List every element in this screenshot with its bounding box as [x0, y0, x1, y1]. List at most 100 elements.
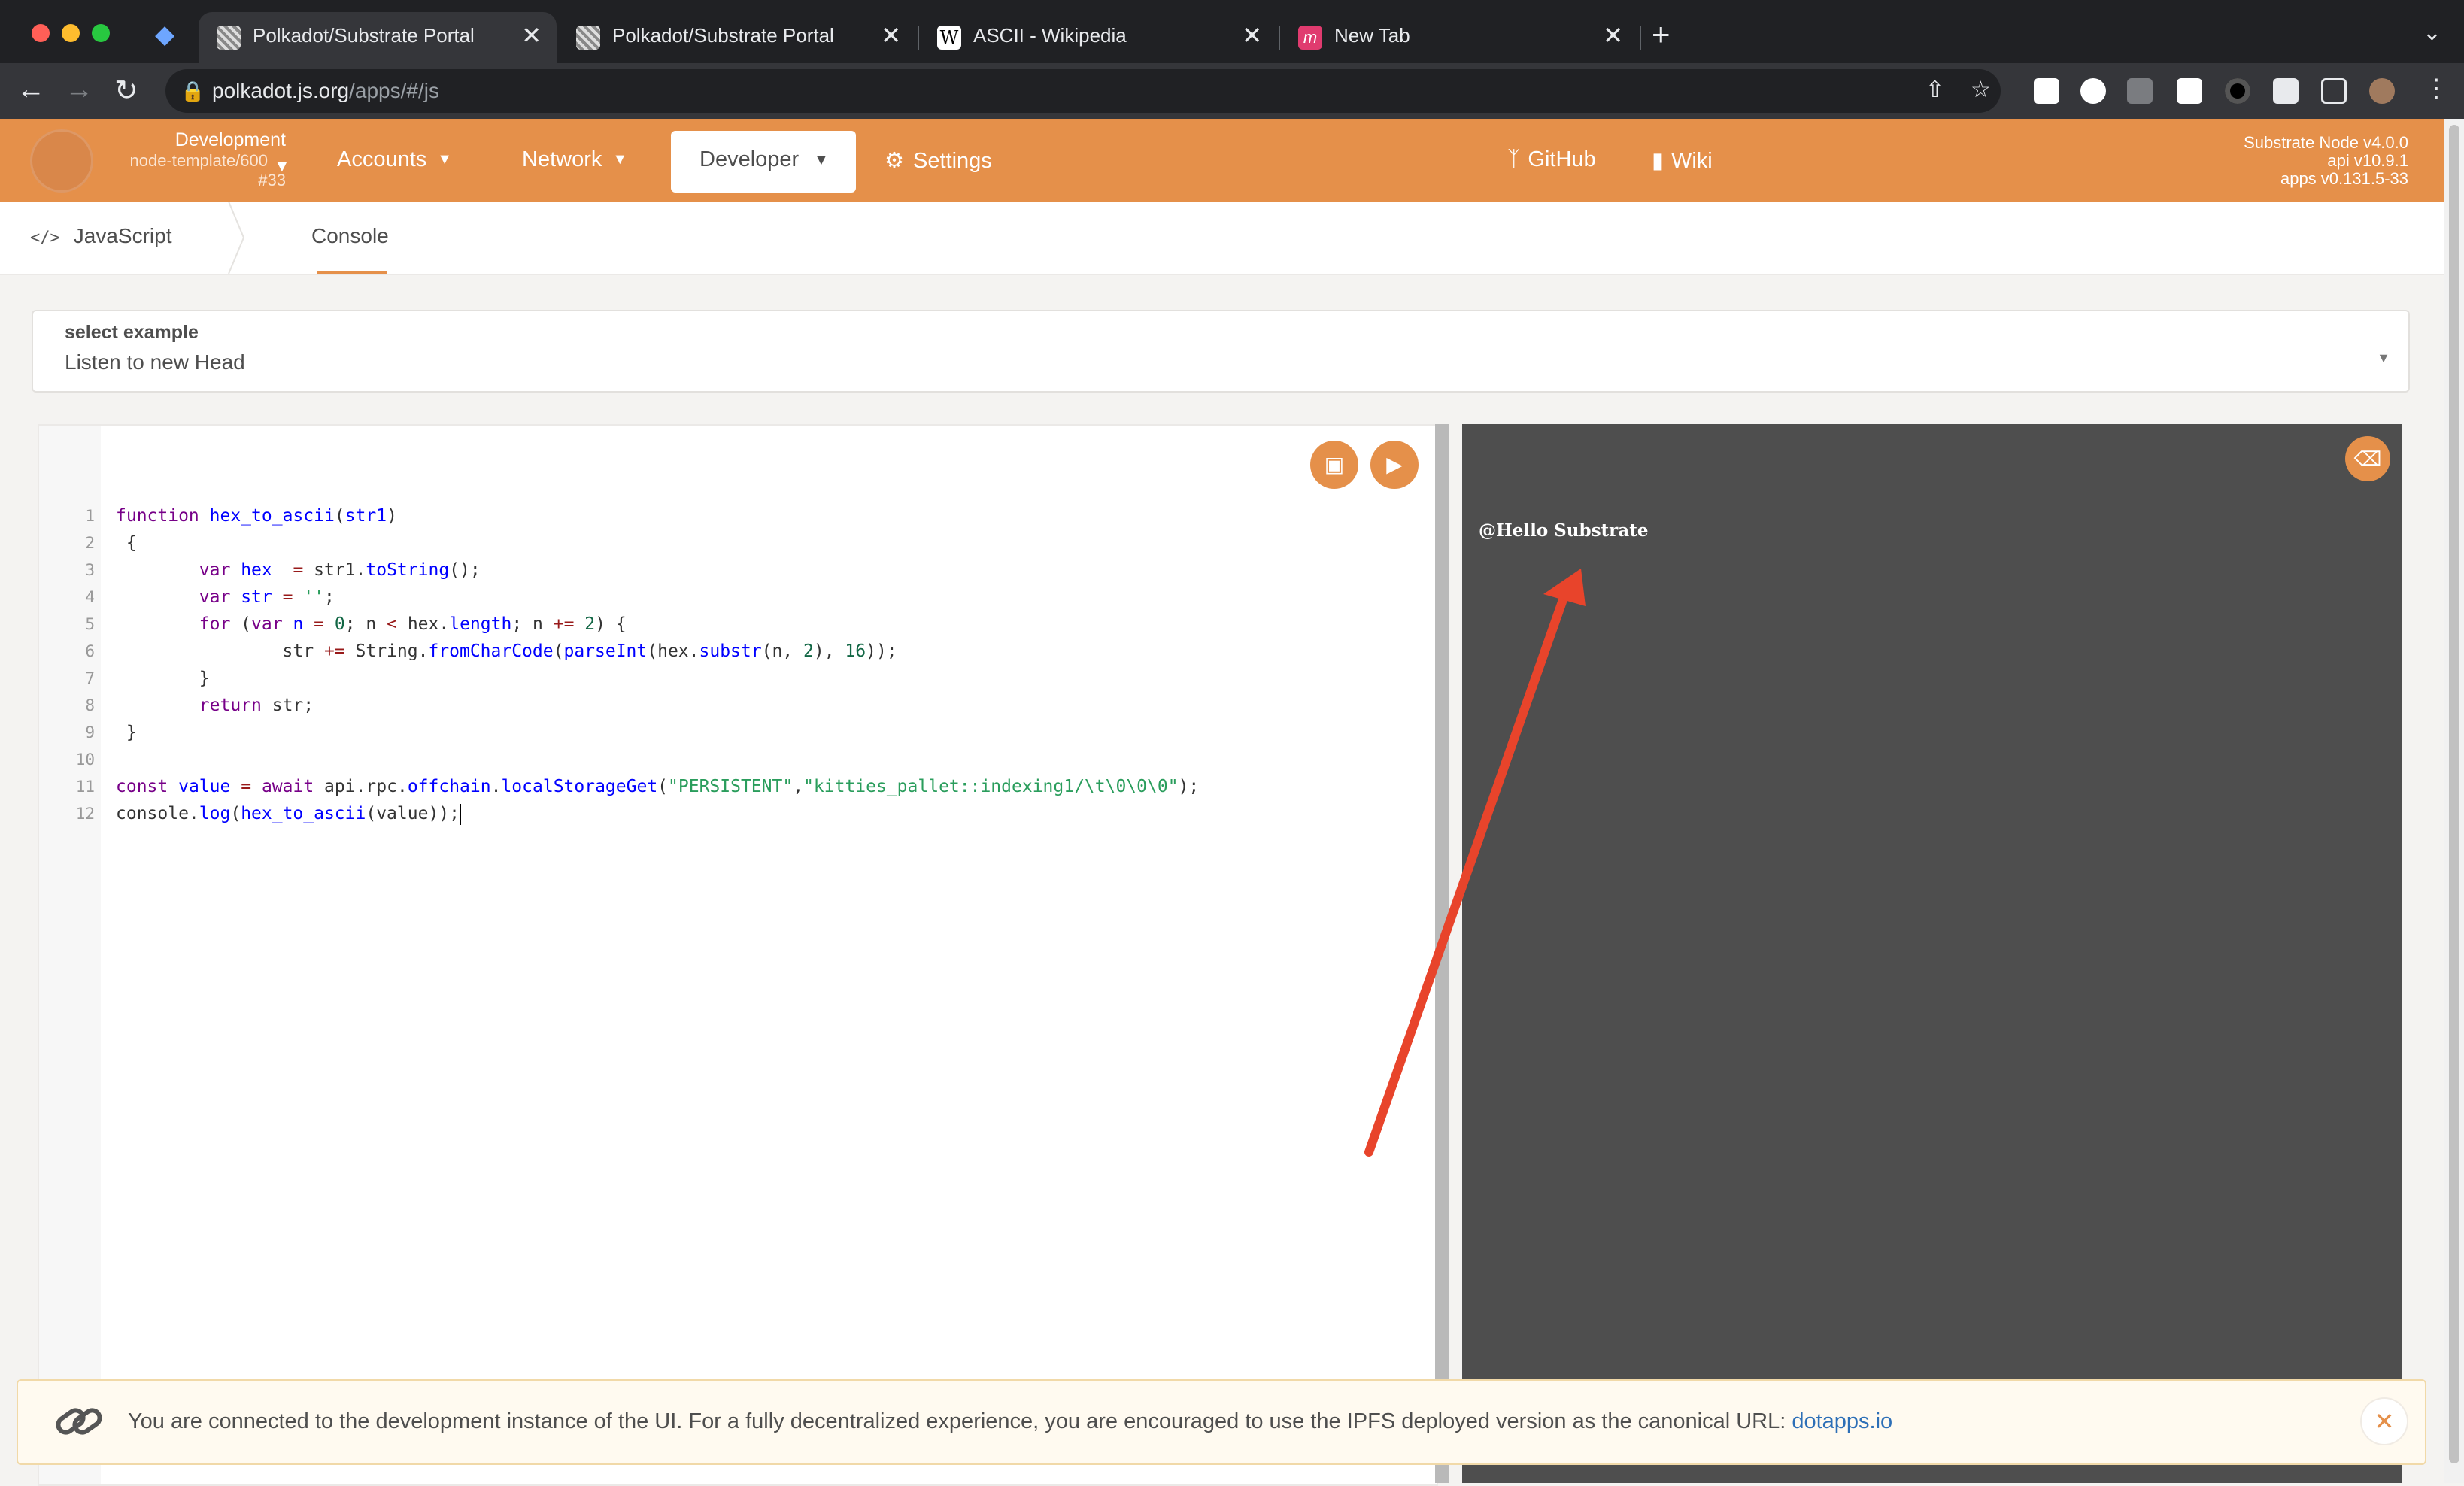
- code-line: 4 var str = '';: [85, 587, 335, 607]
- browser-tab-2[interactable]: Polkadot/Substrate Portal ✕: [558, 12, 916, 63]
- git-branch-icon: ᛉ: [1507, 147, 1521, 171]
- version-info: Substrate Node v4.0.0 api v10.9.1 apps v…: [2244, 134, 2408, 188]
- code-line: 10: [75, 751, 95, 769]
- example-select[interactable]: select example Listen to new Head ▼: [32, 310, 2410, 393]
- run-button[interactable]: ▶: [1370, 441, 1419, 489]
- chain-node: node-template/600: [129, 151, 268, 170]
- code-line: 9 }: [85, 723, 137, 742]
- menu-developer[interactable]: Developer ▼: [671, 131, 856, 193]
- menu-developer-label: Developer: [699, 147, 800, 171]
- tab-title: New Tab: [1334, 24, 1410, 47]
- sub-navigation: </> JavaScript Console: [0, 202, 2444, 275]
- chain-logo[interactable]: [30, 129, 93, 193]
- close-window-button[interactable]: [32, 24, 50, 42]
- browser-toolbar: ← → ↻ 🔒 polkadot.js.org/apps/#/js ⇧ ☆ ⋮: [0, 63, 2464, 119]
- menu-settings[interactable]: ⚙ Settings: [885, 147, 992, 174]
- play-icon: ▶: [1386, 453, 1403, 476]
- breadcrumb-chevron: [228, 202, 245, 274]
- address-bar[interactable]: 🔒 polkadot.js.org/apps/#/js ⇧ ☆: [165, 69, 2001, 113]
- apps-version: apps v0.131.5-33: [2280, 169, 2408, 188]
- polkadot-favicon-icon: [217, 26, 241, 50]
- tab-list-chevron-icon[interactable]: ⌄: [2423, 20, 2441, 46]
- example-select-label: select example: [65, 322, 199, 343]
- tab-title: ASCII - Wikipedia: [973, 24, 1127, 47]
- tab-console[interactable]: Console: [311, 224, 389, 248]
- menu-github[interactable]: ᛉ GitHub: [1507, 147, 1596, 172]
- menu-accounts[interactable]: Accounts ▼: [337, 147, 452, 172]
- minimize-window-button[interactable]: [62, 24, 80, 42]
- close-tab-icon[interactable]: ✕: [881, 21, 901, 50]
- list-extension-icon[interactable]: [2127, 78, 2153, 104]
- book-icon: ▮: [1652, 149, 1664, 173]
- panel-resize-handle[interactable]: [1435, 424, 1449, 1483]
- notion-extension-icon[interactable]: [2034, 78, 2059, 104]
- active-tab-indicator: [317, 271, 387, 274]
- code-line: 7 }: [85, 669, 210, 688]
- chain-name: Development: [174, 129, 286, 150]
- polkadot-extension-icon[interactable]: [2080, 78, 2106, 104]
- robot-extension-icon[interactable]: [2177, 78, 2202, 104]
- clear-output-button[interactable]: ⌫: [2345, 436, 2390, 481]
- close-tab-icon[interactable]: ✕: [521, 21, 542, 50]
- app-header: Development node-template/600 #33 ▼ Acco…: [0, 119, 2444, 202]
- share-icon[interactable]: ⇧: [1925, 77, 1944, 103]
- back-icon[interactable]: ←: [17, 74, 45, 106]
- node-version: Substrate Node v4.0.0: [2244, 133, 2408, 152]
- bookmark-star-icon[interactable]: ☆: [1971, 77, 1991, 103]
- code-line: 12 console.log(hex_to_ascii(value));: [75, 803, 461, 825]
- puzzle-extensions-icon[interactable]: [2273, 78, 2299, 104]
- tab-title: Polkadot/Substrate Portal: [612, 24, 834, 47]
- tab-javascript[interactable]: </> JavaScript: [30, 224, 171, 248]
- chevron-down-icon[interactable]: ▼: [274, 156, 290, 176]
- close-icon: ✕: [2374, 1408, 2395, 1435]
- code-line: 11 const value = await api.rpc.offchain.l…: [75, 777, 1200, 796]
- code-line: 3 var hex = str1.toString();: [85, 560, 481, 580]
- profile-avatar[interactable]: [2369, 78, 2395, 104]
- polkadot-favicon-icon: [576, 26, 600, 50]
- circle-extension-icon[interactable]: [2225, 78, 2250, 104]
- gears-icon: ⚙: [885, 149, 904, 173]
- api-version: api v10.9.1: [2327, 151, 2408, 170]
- code-line: 8 return str;: [85, 696, 314, 715]
- forward-icon[interactable]: →: [65, 74, 93, 106]
- search-tabs-icon[interactable]: ◆: [155, 20, 174, 50]
- link-chain-icon: [56, 1408, 102, 1435]
- lock-icon[interactable]: 🔒: [181, 80, 205, 103]
- page-scrollbar[interactable]: [2444, 119, 2464, 1483]
- reload-icon[interactable]: ↻: [114, 74, 138, 108]
- close-tab-icon[interactable]: ✕: [1242, 21, 1262, 50]
- save-button[interactable]: ▣: [1310, 441, 1358, 489]
- close-banner-button[interactable]: ✕: [2362, 1399, 2407, 1444]
- menu-network[interactable]: Network ▼: [522, 147, 627, 172]
- browser-tab-1[interactable]: Polkadot/Substrate Portal ✕: [199, 12, 557, 63]
- code-editor[interactable]: ▣ ▶ 1 function hex_to_ascii(str1) 2 { 3 v…: [38, 424, 1438, 1486]
- chain-selector[interactable]: Development node-template/600 #33: [105, 129, 286, 190]
- url-text[interactable]: polkadot.js.org/apps/#/js: [212, 79, 439, 103]
- close-tab-icon[interactable]: ✕: [1603, 21, 1623, 50]
- text-cursor: [459, 803, 461, 825]
- dotapps-link[interactable]: dotapps.io: [1792, 1409, 1892, 1433]
- chevron-down-icon: ▼: [814, 152, 829, 168]
- development-instance-banner: You are connected to the development ins…: [17, 1379, 2426, 1465]
- console-output-panel: ⌫ @Hello Substrate: [1462, 424, 2402, 1483]
- code-line: 5 for (var n = 0; n < hex.length; n += 2…: [85, 614, 627, 634]
- example-select-value: Listen to new Head: [65, 350, 245, 374]
- browser-tab-3[interactable]: W ASCII - Wikipedia ✕: [919, 12, 1277, 63]
- chevron-down-icon: ▼: [437, 151, 453, 168]
- floppy-disk-icon: ▣: [1324, 453, 1345, 476]
- browser-menu-icon[interactable]: ⋮: [2423, 74, 2449, 104]
- code-lines[interactable]: 1 function hex_to_ascii(str1) 2 { 3 var h…: [39, 502, 1437, 827]
- banner-message: You are connected to the development ins…: [128, 1409, 1893, 1433]
- zoom-window-button[interactable]: [92, 24, 110, 42]
- code-line: 2 {: [85, 533, 137, 553]
- browser-tabstrip: ◆ Polkadot/Substrate Portal ✕ Polkadot/S…: [0, 0, 2464, 63]
- side-panel-icon[interactable]: [2321, 78, 2347, 104]
- chain-block: #33: [258, 171, 286, 190]
- scrollbar-thumb[interactable]: [2449, 125, 2459, 1463]
- dropdown-caret-icon: ▼: [2377, 350, 2390, 365]
- code-icon: </>: [30, 229, 60, 247]
- chevron-down-icon: ▼: [612, 151, 628, 168]
- new-tab-button[interactable]: +: [1652, 17, 1670, 53]
- menu-wiki[interactable]: ▮ Wiki: [1652, 147, 1713, 174]
- browser-tab-4[interactable]: m New Tab ✕: [1280, 12, 1638, 63]
